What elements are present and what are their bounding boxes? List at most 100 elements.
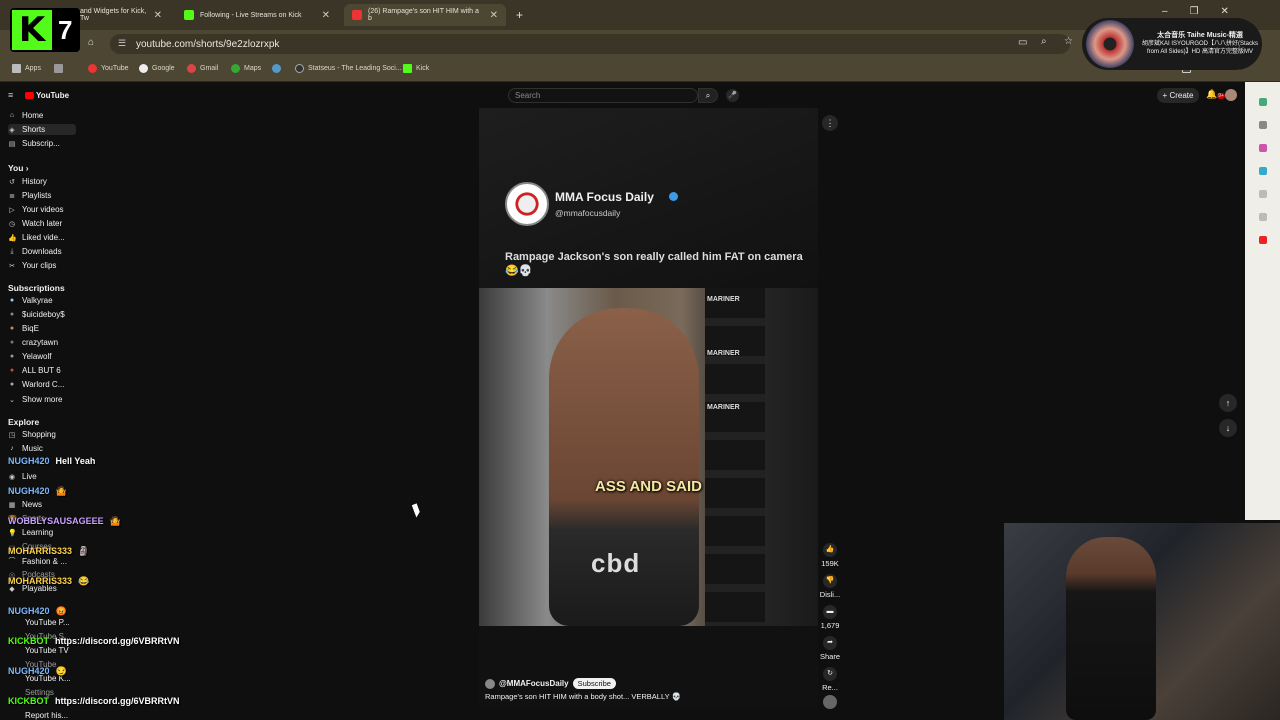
chat-user: KICKBOT bbox=[8, 696, 49, 706]
remix-button[interactable]: ↻ Re... bbox=[818, 667, 842, 692]
sidebar-item-downloads[interactable]: ⤓ Downloads bbox=[8, 247, 62, 256]
playlists-icon: ≣ bbox=[9, 192, 15, 200]
video-title[interactable]: Rampage's son HIT HIM with a body shot..… bbox=[485, 692, 705, 701]
sidebar-item-watch-later[interactable]: ◷ Watch later bbox=[8, 219, 62, 228]
bookmark-maps[interactable]: Maps bbox=[231, 64, 261, 73]
next-short-button[interactable]: ↓ bbox=[1219, 419, 1237, 437]
bookmark-statseus[interactable]: Statseus - The Leading Soci... bbox=[295, 64, 402, 73]
sound-avatar[interactable] bbox=[818, 695, 842, 711]
url-text: youtube.com/shorts/9e2zlozrxpk bbox=[136, 38, 280, 50]
sidebar-label: Downloads bbox=[22, 247, 62, 256]
bookmark-grid[interactable] bbox=[54, 64, 63, 73]
music-info: 太合音乐 Taihe Music-精選 胡彦斌KAI ISYOURGOD【八八拼… bbox=[1140, 32, 1260, 56]
show-more-button[interactable]: ⌄ Show more bbox=[8, 395, 62, 404]
sidebar-item-liked[interactable]: 👍 Liked vide... bbox=[8, 233, 65, 242]
sidebar-item-history[interactable]: ↺ History bbox=[8, 177, 47, 186]
google-icon bbox=[139, 64, 148, 73]
close-icon[interactable]: ✕ bbox=[154, 10, 162, 21]
dislike-label: Disli... bbox=[819, 590, 841, 599]
like-button[interactable]: 👍 159K bbox=[818, 543, 842, 568]
explore-header: Explore bbox=[8, 417, 40, 427]
grid-icon bbox=[54, 64, 63, 73]
extension-icon[interactable] bbox=[1259, 213, 1267, 221]
maximize-icon[interactable]: ❐ bbox=[1190, 6, 1199, 17]
sidebar-sub-suicideboys[interactable]: ● $uicideboy$ bbox=[8, 310, 65, 319]
kick-favicon-icon bbox=[184, 10, 194, 20]
tab-kick-widgets[interactable]: and Widgets for Kick, Tw ✕ bbox=[72, 4, 170, 26]
you-header[interactable]: You › bbox=[8, 163, 29, 173]
sidebar-sub-all-but-6[interactable]: ● ALL BUT 6 bbox=[8, 366, 61, 375]
install-icon[interactable]: ▭ bbox=[1018, 37, 1027, 48]
uploader-name[interactable]: @MMAFocusDaily bbox=[499, 679, 569, 688]
telegram-icon[interactable] bbox=[1259, 167, 1267, 175]
youtube-logo[interactable]: YouTube bbox=[25, 91, 69, 100]
minimize-icon[interactable]: – bbox=[1162, 6, 1168, 17]
sidebar-sub-crazytawn[interactable]: ● crazytawn bbox=[8, 338, 58, 347]
bookmark-apps[interactable]: Apps bbox=[12, 64, 41, 73]
channel-avatar-icon: ● bbox=[9, 367, 15, 374]
share-button[interactable]: ➦ Share bbox=[818, 636, 842, 661]
sidebar-sub-biqe[interactable]: ● BiqE bbox=[8, 324, 39, 333]
new-tab-icon[interactable]: + bbox=[516, 8, 523, 22]
uploader-row: @MMAFocusDaily Subscribe bbox=[485, 678, 616, 689]
sidebar-item-your-videos[interactable]: ▷ Your videos bbox=[8, 205, 63, 214]
avatar[interactable] bbox=[1225, 89, 1237, 101]
chat-message: NUGH420 😡 bbox=[8, 606, 67, 617]
sidebar-label: Playlists bbox=[22, 191, 52, 200]
bookmark-youtube[interactable]: YouTube bbox=[88, 64, 129, 73]
sidebar-item-subscriptions[interactable]: ▤ Subscrip... bbox=[8, 139, 60, 148]
hamburger-menu-icon[interactable]: ≡ bbox=[8, 90, 13, 100]
search-input[interactable]: Search bbox=[508, 88, 698, 103]
download-icon: ⤓ bbox=[10, 247, 14, 255]
sidebar-item-home[interactable]: ⌂ Home bbox=[8, 111, 43, 120]
sidebar-sub-valkyrae[interactable]: ● Valkyrae bbox=[8, 296, 53, 305]
close-icon[interactable]: ✕ bbox=[322, 10, 330, 21]
remix-label: Re... bbox=[822, 683, 838, 692]
extension-icon[interactable] bbox=[1259, 190, 1267, 198]
microphone-icon[interactable]: 🎤 bbox=[726, 89, 739, 102]
netflix-icon[interactable] bbox=[1259, 236, 1267, 244]
home-icon[interactable]: ⌂ bbox=[88, 37, 94, 48]
sidebar-item-clips[interactable]: ✂ Your clips bbox=[8, 261, 56, 270]
close-icon[interactable]: ✕ bbox=[490, 10, 498, 21]
sidebar-sub-warlord[interactable]: ● Warlord C... bbox=[8, 380, 65, 389]
zoom-icon[interactable]: ⌕ bbox=[1041, 36, 1047, 47]
bookmark-kick[interactable]: Kick bbox=[403, 64, 429, 73]
extension-icon[interactable] bbox=[1259, 98, 1267, 106]
more-options-icon[interactable]: ⋮ bbox=[822, 115, 838, 131]
sidebar-item-shorts[interactable]: ◈ Shorts bbox=[8, 124, 76, 135]
extension-icon[interactable] bbox=[1259, 144, 1267, 152]
notifications-icon[interactable]: 🔔9+ bbox=[1206, 89, 1225, 100]
site-info-icon[interactable]: ☰ bbox=[118, 38, 126, 49]
search-icon[interactable]: ⌕ bbox=[698, 88, 718, 103]
bookmark-extension[interactable] bbox=[272, 64, 281, 73]
chat-user: KICKBOT bbox=[8, 636, 49, 646]
bookmark-star-icon[interactable]: ☆ bbox=[1064, 36, 1073, 47]
sidebar-item-shopping[interactable]: ◳ Shopping bbox=[8, 430, 56, 439]
uploader-avatar[interactable] bbox=[485, 678, 495, 689]
dislike-button[interactable]: 👎 Disli... bbox=[818, 574, 842, 599]
tab-kick-following[interactable]: Following - Live Streams on Kick ✕ bbox=[176, 4, 338, 26]
create-label: Create bbox=[1169, 91, 1194, 100]
sidebar-sub-yelawolf[interactable]: ● Yelawolf bbox=[8, 352, 52, 361]
sidebar-label: Show more bbox=[22, 395, 63, 404]
sidebar-item-playlists[interactable]: ≣ Playlists bbox=[8, 191, 51, 200]
url-field[interactable]: ☰ youtube.com/shorts/9e2zlozrxpk bbox=[110, 34, 1070, 54]
arena-banner bbox=[705, 288, 765, 626]
bookmark-gmail[interactable]: Gmail bbox=[187, 64, 218, 73]
sidebar-label: Your clips bbox=[22, 261, 57, 270]
tab-youtube-short[interactable]: (26) Rampage's son HIT HIM with a b ✕ bbox=[344, 4, 506, 26]
bookmark-google[interactable]: Google bbox=[139, 64, 175, 73]
kick-k-icon: K bbox=[12, 10, 52, 50]
verified-badge-icon bbox=[669, 192, 678, 201]
previous-short-button[interactable]: ↑ bbox=[1219, 394, 1237, 412]
close-window-icon[interactable]: ✕ bbox=[1221, 6, 1229, 17]
tab-label: and Widgets for Kick, Tw bbox=[80, 8, 147, 22]
extension-icon[interactable] bbox=[1259, 121, 1267, 129]
create-button[interactable]: + Create bbox=[1157, 88, 1199, 103]
channel-avatar-icon: ● bbox=[9, 297, 15, 304]
shorts-player[interactable]: MMA Focus Daily @mmafocusdaily Rampage J… bbox=[479, 108, 818, 708]
subscribe-button[interactable]: Subscribe bbox=[572, 678, 616, 689]
comments-button[interactable]: ▬ 1,679 bbox=[818, 605, 842, 630]
window-controls: – ❐ ✕ bbox=[1162, 6, 1229, 17]
